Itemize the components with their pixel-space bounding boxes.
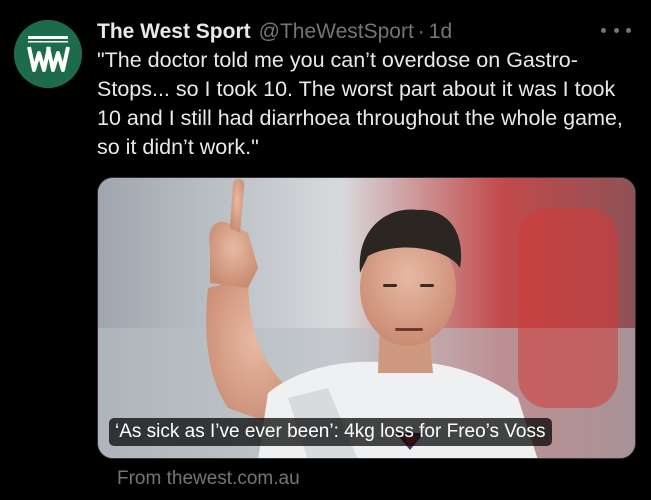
timestamp[interactable]: 1d bbox=[429, 18, 452, 46]
link-source[interactable]: From thewest.com.au bbox=[117, 466, 300, 492]
tweet[interactable]: The West Sport @TheWestSport · 1d "The d… bbox=[0, 0, 651, 500]
card-caption: ‘As sick as I’ve ever been’: 4kg loss fo… bbox=[109, 418, 552, 446]
separator-dot: · bbox=[417, 20, 425, 43]
tweet-text: "The doctor told me you can’t overdose o… bbox=[97, 48, 623, 159]
user-handle[interactable]: @TheWestSport bbox=[259, 18, 414, 46]
dot bbox=[601, 27, 606, 33]
more-options-icon[interactable] bbox=[601, 20, 631, 40]
avatar[interactable] bbox=[14, 20, 82, 88]
the-west-logo-icon bbox=[14, 20, 82, 88]
dot bbox=[626, 27, 631, 33]
dot bbox=[613, 27, 619, 33]
link-card[interactable]: ‘As sick as I’ve ever been’: 4kg loss fo… bbox=[97, 177, 636, 459]
display-name[interactable]: The West Sport bbox=[97, 18, 251, 46]
tweet-header: The West Sport @TheWestSport · 1d bbox=[97, 18, 452, 46]
player-thumbs-up-photo bbox=[98, 178, 635, 458]
